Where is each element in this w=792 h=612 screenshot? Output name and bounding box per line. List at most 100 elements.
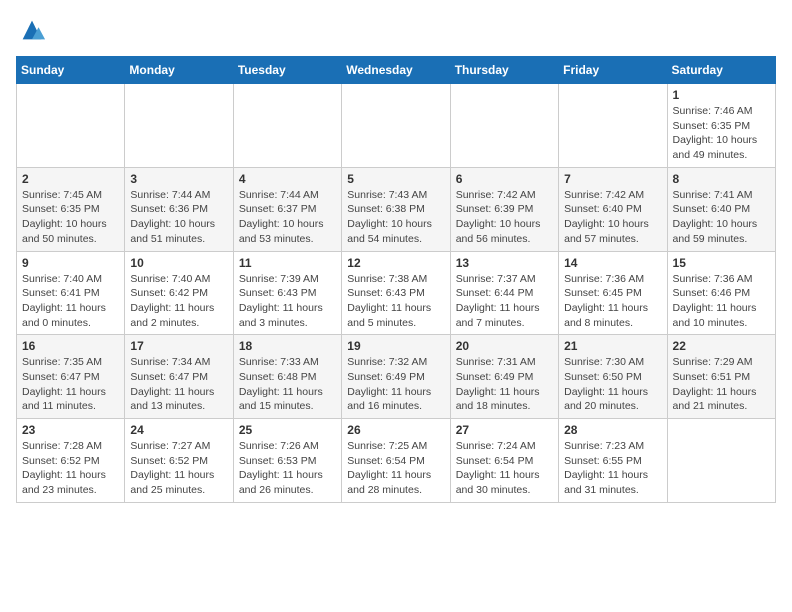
day-info: Sunrise: 7:35 AM Sunset: 6:47 PM Dayligh… — [22, 355, 119, 414]
calendar-week-row: 9 Sunrise: 7:40 AM Sunset: 6:41 PM Daylig… — [17, 251, 776, 335]
calendar-day-cell — [667, 419, 775, 503]
day-number: 2 — [22, 172, 119, 186]
day-number: 23 — [22, 423, 119, 437]
calendar-day-cell: 6 Sunrise: 7:42 AM Sunset: 6:39 PM Daylig… — [450, 167, 558, 251]
day-number: 28 — [564, 423, 661, 437]
logo-icon — [18, 16, 46, 44]
calendar-week-row: 16 Sunrise: 7:35 AM Sunset: 6:47 PM Dayli… — [17, 335, 776, 419]
day-of-week-header: Monday — [125, 57, 233, 84]
calendar-day-cell: 18Sunrise: 7:33 AM Sunset: 6:48 PM Dayli… — [233, 335, 341, 419]
calendar-week-row: 23 Sunrise: 7:28 AM Sunset: 6:52 PM Dayli… — [17, 419, 776, 503]
logo — [16, 16, 46, 44]
calendar-day-cell: 17 Sunrise: 7:34 AM Sunset: 6:47 PM Dayli… — [125, 335, 233, 419]
day-info: Sunrise: 7:33 AM Sunset: 6:48 PM Dayligh… — [239, 355, 336, 414]
calendar-day-cell: 10 Sunrise: 7:40 AM Sunset: 6:42 PM Dayli… — [125, 251, 233, 335]
day-of-week-header: Thursday — [450, 57, 558, 84]
day-info: Sunrise: 7:25 AM Sunset: 6:54 PM Dayligh… — [347, 439, 444, 498]
calendar-day-cell — [450, 84, 558, 168]
day-info: Sunrise: 7:46 AM Sunset: 6:35 PM Dayligh… — [673, 104, 770, 163]
calendar-day-cell: 1 Sunrise: 7:46 AM Sunset: 6:35 PM Daylig… — [667, 84, 775, 168]
day-number: 22 — [673, 339, 770, 353]
day-info: Sunrise: 7:38 AM Sunset: 6:43 PM Dayligh… — [347, 272, 444, 331]
calendar-day-cell: 25Sunrise: 7:26 AM Sunset: 6:53 PM Dayli… — [233, 419, 341, 503]
day-number: 27 — [456, 423, 553, 437]
calendar-week-row: 2 Sunrise: 7:45 AM Sunset: 6:35 PM Daylig… — [17, 167, 776, 251]
day-info: Sunrise: 7:28 AM Sunset: 6:52 PM Dayligh… — [22, 439, 119, 498]
day-info: Sunrise: 7:34 AM Sunset: 6:47 PM Dayligh… — [130, 355, 227, 414]
day-info: Sunrise: 7:29 AM Sunset: 6:51 PM Dayligh… — [673, 355, 770, 414]
day-info: Sunrise: 7:36 AM Sunset: 6:46 PM Dayligh… — [673, 272, 770, 331]
calendar-day-cell: 20Sunrise: 7:31 AM Sunset: 6:49 PM Dayli… — [450, 335, 558, 419]
calendar-table: SundayMondayTuesdayWednesdayThursdayFrid… — [16, 56, 776, 503]
day-info: Sunrise: 7:26 AM Sunset: 6:53 PM Dayligh… — [239, 439, 336, 498]
page-header — [16, 16, 776, 44]
day-number: 6 — [456, 172, 553, 186]
day-of-week-header: Friday — [559, 57, 667, 84]
day-number: 1 — [673, 88, 770, 102]
day-number: 14 — [564, 256, 661, 270]
day-info: Sunrise: 7:24 AM Sunset: 6:54 PM Dayligh… — [456, 439, 553, 498]
day-info: Sunrise: 7:44 AM Sunset: 6:36 PM Dayligh… — [130, 188, 227, 247]
day-info: Sunrise: 7:42 AM Sunset: 6:39 PM Dayligh… — [456, 188, 553, 247]
calendar-day-cell: 4 Sunrise: 7:44 AM Sunset: 6:37 PM Daylig… — [233, 167, 341, 251]
calendar-day-cell: 22 Sunrise: 7:29 AM Sunset: 6:51 PM Dayli… — [667, 335, 775, 419]
day-of-week-header: Tuesday — [233, 57, 341, 84]
calendar-day-cell: 21 Sunrise: 7:30 AM Sunset: 6:50 PM Dayli… — [559, 335, 667, 419]
calendar-day-cell: 19Sunrise: 7:32 AM Sunset: 6:49 PM Dayli… — [342, 335, 450, 419]
day-number: 15 — [673, 256, 770, 270]
calendar-day-cell — [125, 84, 233, 168]
day-info: Sunrise: 7:36 AM Sunset: 6:45 PM Dayligh… — [564, 272, 661, 331]
calendar-day-cell: 5 Sunrise: 7:43 AM Sunset: 6:38 PM Daylig… — [342, 167, 450, 251]
day-number: 11 — [239, 256, 336, 270]
day-number: 8 — [673, 172, 770, 186]
calendar-day-cell: 8 Sunrise: 7:41 AM Sunset: 6:40 PM Daylig… — [667, 167, 775, 251]
calendar-day-cell: 11Sunrise: 7:39 AM Sunset: 6:43 PM Dayli… — [233, 251, 341, 335]
calendar-week-row: 1 Sunrise: 7:46 AM Sunset: 6:35 PM Daylig… — [17, 84, 776, 168]
day-info: Sunrise: 7:44 AM Sunset: 6:37 PM Dayligh… — [239, 188, 336, 247]
day-number: 21 — [564, 339, 661, 353]
day-info: Sunrise: 7:41 AM Sunset: 6:40 PM Dayligh… — [673, 188, 770, 247]
calendar-day-cell: 9 Sunrise: 7:40 AM Sunset: 6:41 PM Daylig… — [17, 251, 125, 335]
day-info: Sunrise: 7:42 AM Sunset: 6:40 PM Dayligh… — [564, 188, 661, 247]
day-info: Sunrise: 7:43 AM Sunset: 6:38 PM Dayligh… — [347, 188, 444, 247]
day-number: 5 — [347, 172, 444, 186]
day-number: 16 — [22, 339, 119, 353]
day-info: Sunrise: 7:40 AM Sunset: 6:41 PM Dayligh… — [22, 272, 119, 331]
day-info: Sunrise: 7:37 AM Sunset: 6:44 PM Dayligh… — [456, 272, 553, 331]
calendar-day-cell: 14 Sunrise: 7:36 AM Sunset: 6:45 PM Dayli… — [559, 251, 667, 335]
calendar-day-cell: 15 Sunrise: 7:36 AM Sunset: 6:46 PM Dayli… — [667, 251, 775, 335]
day-number: 9 — [22, 256, 119, 270]
day-number: 24 — [130, 423, 227, 437]
calendar-day-cell: 12 Sunrise: 7:38 AM Sunset: 6:43 PM Dayli… — [342, 251, 450, 335]
calendar-day-cell: 7 Sunrise: 7:42 AM Sunset: 6:40 PM Daylig… — [559, 167, 667, 251]
calendar-day-cell: 23 Sunrise: 7:28 AM Sunset: 6:52 PM Dayli… — [17, 419, 125, 503]
calendar-day-cell: 13 Sunrise: 7:37 AM Sunset: 6:44 PM Dayli… — [450, 251, 558, 335]
day-info: Sunrise: 7:45 AM Sunset: 6:35 PM Dayligh… — [22, 188, 119, 247]
day-number: 4 — [239, 172, 336, 186]
day-of-week-header: Saturday — [667, 57, 775, 84]
calendar-day-cell: 28 Sunrise: 7:23 AM Sunset: 6:55 PM Dayli… — [559, 419, 667, 503]
day-number: 7 — [564, 172, 661, 186]
day-number: 19 — [347, 339, 444, 353]
day-info: Sunrise: 7:40 AM Sunset: 6:42 PM Dayligh… — [130, 272, 227, 331]
day-of-week-header: Wednesday — [342, 57, 450, 84]
day-number: 13 — [456, 256, 553, 270]
calendar-day-cell — [559, 84, 667, 168]
calendar-day-cell: 2 Sunrise: 7:45 AM Sunset: 6:35 PM Daylig… — [17, 167, 125, 251]
calendar-header-row: SundayMondayTuesdayWednesdayThursdayFrid… — [17, 57, 776, 84]
calendar-day-cell: 26 Sunrise: 7:25 AM Sunset: 6:54 PM Dayli… — [342, 419, 450, 503]
calendar-day-cell — [233, 84, 341, 168]
day-number: 17 — [130, 339, 227, 353]
calendar-day-cell — [17, 84, 125, 168]
day-number: 10 — [130, 256, 227, 270]
day-number: 26 — [347, 423, 444, 437]
calendar-day-cell: 3 Sunrise: 7:44 AM Sunset: 6:36 PM Daylig… — [125, 167, 233, 251]
day-of-week-header: Sunday — [17, 57, 125, 84]
day-number: 3 — [130, 172, 227, 186]
day-number: 12 — [347, 256, 444, 270]
day-info: Sunrise: 7:27 AM Sunset: 6:52 PM Dayligh… — [130, 439, 227, 498]
day-number: 20 — [456, 339, 553, 353]
day-info: Sunrise: 7:30 AM Sunset: 6:50 PM Dayligh… — [564, 355, 661, 414]
calendar-day-cell: 24 Sunrise: 7:27 AM Sunset: 6:52 PM Dayli… — [125, 419, 233, 503]
day-info: Sunrise: 7:23 AM Sunset: 6:55 PM Dayligh… — [564, 439, 661, 498]
